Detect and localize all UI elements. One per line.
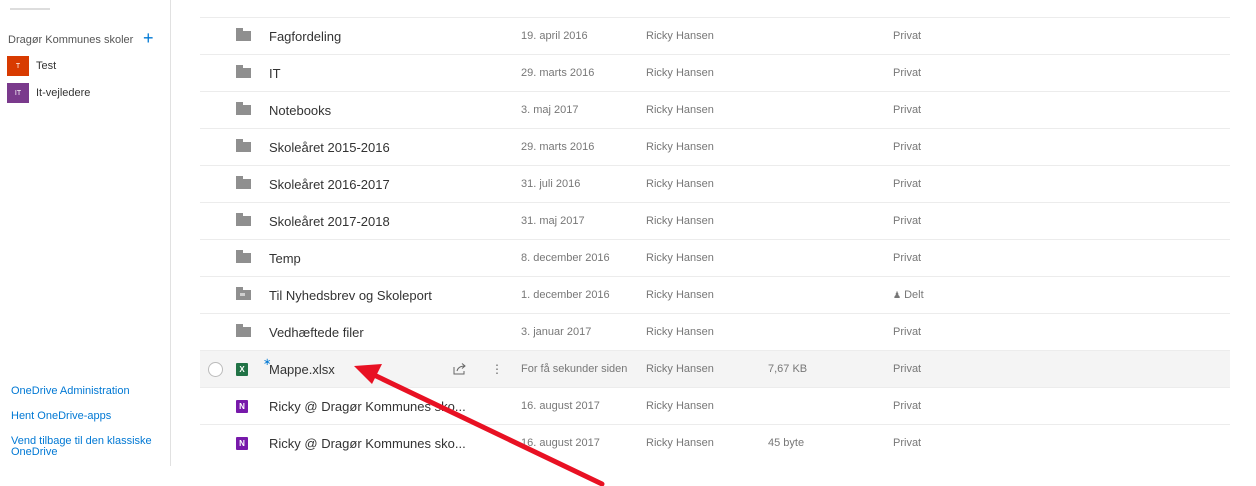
modified-by: Ricky Hansen: [646, 178, 714, 190]
file-size: 45 byte: [768, 437, 805, 449]
modified-date: 31. maj 2017: [521, 215, 585, 227]
modified-by: Ricky Hansen: [646, 289, 714, 301]
modified-by: Ricky Hansen: [646, 67, 714, 79]
sharing-status: Privat: [893, 437, 922, 449]
classic-link-line2: OneDrive: [11, 446, 58, 458]
row-select-checkbox[interactable]: [208, 362, 223, 377]
table-row[interactable]: Skoleåret 2015-2016 29. marts 2016 Ricky…: [200, 128, 1230, 165]
sharing-label: Delt: [904, 289, 924, 301]
sharing-status: Privat: [893, 326, 922, 338]
file-name[interactable]: Ricky @ Dragør Kommunes sko...: [269, 388, 466, 424]
people-icon: ♟: [893, 289, 902, 300]
file-name[interactable]: Fagfordeling: [269, 18, 341, 54]
folder-icon: [236, 55, 251, 91]
table-row[interactable]: X ∗ Mappe.xlsx ⋮ For få sekunder siden R…: [200, 350, 1230, 387]
file-name[interactable]: Til Nyhedsbrev og Skoleport: [269, 277, 432, 313]
group-avatar: IT: [7, 83, 29, 103]
sharing-status: Privat: [893, 67, 922, 79]
sidebar-item-label: It-vejledere: [36, 87, 91, 99]
file-name[interactable]: Skoleåret 2016-2017: [269, 166, 390, 202]
onenote-file-icon: N: [236, 425, 248, 461]
modified-by: Ricky Hansen: [646, 363, 714, 375]
folder-icon: [236, 92, 251, 128]
modified-date: 3. januar 2017: [521, 326, 592, 338]
table-row[interactable]: Til Nyhedsbrev og Skoleport 1. december …: [200, 276, 1230, 313]
file-name[interactable]: Mappe.xlsx: [269, 351, 335, 387]
modified-by: Ricky Hansen: [646, 400, 714, 412]
folder-icon: [236, 18, 251, 54]
modified-date: 1. december 2016: [521, 289, 610, 301]
modified-by: Ricky Hansen: [646, 326, 714, 338]
share-icon[interactable]: [453, 351, 467, 387]
table-row[interactable]: Fagfordeling 19. april 2016 Ricky Hansen…: [200, 17, 1230, 54]
modified-date: 16. august 2017: [521, 437, 600, 449]
sharing-status: Privat: [893, 178, 922, 190]
modified-date: 3. maj 2017: [521, 104, 579, 116]
excel-file-icon: X: [236, 351, 248, 387]
modified-date: For få sekunder siden: [521, 363, 628, 375]
get-apps-link[interactable]: Hent OneDrive-apps: [11, 411, 111, 422]
sharing-status: Privat: [893, 215, 922, 227]
file-name[interactable]: Skoleåret 2015-2016: [269, 129, 390, 165]
sidebar-item-it-vejledere[interactable]: IT It-vejledere: [7, 83, 90, 103]
table-row[interactable]: Notebooks 3. maj 2017 Ricky Hansen Priva…: [200, 91, 1230, 128]
onenote-file-icon: N: [236, 388, 248, 424]
file-name[interactable]: Temp: [269, 240, 301, 276]
modified-by: Ricky Hansen: [646, 215, 714, 227]
modified-date: 8. december 2016: [521, 252, 610, 264]
modified-date: 16. august 2017: [521, 400, 600, 412]
table-row[interactable]: Skoleåret 2016-2017 31. juli 2016 Ricky …: [200, 165, 1230, 202]
folder-icon: [236, 240, 251, 276]
sidebar-item-test[interactable]: T Test: [7, 56, 56, 76]
modified-date: 19. april 2016: [521, 30, 588, 42]
table-row[interactable]: Vedhæftede filer 3. januar 2017 Ricky Ha…: [200, 313, 1230, 350]
table-row[interactable]: N Ricky @ Dragør Kommunes sko... 16. aug…: [200, 387, 1230, 424]
file-name[interactable]: Ricky @ Dragør Kommunes sko...: [269, 425, 466, 461]
table-row[interactable]: N Ricky @ Dragør Kommunes sko... 16. aug…: [200, 424, 1230, 461]
modified-by: Ricky Hansen: [646, 30, 714, 42]
groups-header[interactable]: Dragør Kommunes skoler: [8, 34, 133, 46]
onedrive-admin-link[interactable]: OneDrive Administration: [11, 386, 130, 397]
plus-icon[interactable]: +: [143, 28, 154, 49]
classic-onedrive-link[interactable]: Vend tilbage til den klassiske OneDrive: [11, 436, 152, 458]
sharing-status: Privat: [893, 400, 922, 412]
table-row[interactable]: IT 29. marts 2016 Ricky Hansen Privat: [200, 54, 1230, 91]
folder-icon: [236, 166, 251, 202]
sharing-status: Privat: [893, 30, 922, 42]
table-row[interactable]: Temp 8. december 2016 Ricky Hansen Priva…: [200, 239, 1230, 276]
file-size: 7,67 KB: [768, 363, 808, 375]
more-vertical-icon[interactable]: ⋮: [491, 351, 503, 387]
file-name[interactable]: Vedhæftede filer: [269, 314, 364, 350]
sidebar: Dragør Kommunes skoler + T Test IT It-ve…: [0, 0, 171, 466]
modified-by: Ricky Hansen: [646, 104, 714, 116]
shared-folder-icon: [236, 277, 251, 313]
modified-by: Ricky Hansen: [646, 252, 714, 264]
sharing-status: Privat: [893, 252, 922, 264]
sharing-status: Privat: [893, 104, 922, 116]
sharing-status: ♟ Delt: [893, 277, 924, 313]
modified-date: 29. marts 2016: [521, 141, 595, 153]
sidebar-top-divider: [10, 8, 50, 10]
modified-by: Ricky Hansen: [646, 141, 714, 153]
file-name[interactable]: Notebooks: [269, 92, 331, 128]
modified-by: Ricky Hansen: [646, 437, 714, 449]
modified-date: 29. marts 2016: [521, 67, 595, 79]
sidebar-item-label: Test: [36, 60, 57, 72]
file-list: Fagfordeling 19. april 2016 Ricky Hansen…: [200, 17, 1230, 461]
modified-date: 31. juli 2016: [521, 178, 581, 190]
file-name[interactable]: IT: [269, 55, 281, 91]
group-avatar: T: [7, 56, 29, 76]
file-name[interactable]: Skoleåret 2017-2018: [269, 203, 390, 239]
folder-icon: [236, 203, 251, 239]
folder-icon: [236, 314, 251, 350]
sharing-status: Privat: [893, 363, 922, 375]
table-row[interactable]: Skoleåret 2017-2018 31. maj 2017 Ricky H…: [200, 202, 1230, 239]
folder-icon: [236, 129, 251, 165]
sharing-status: Privat: [893, 141, 922, 153]
